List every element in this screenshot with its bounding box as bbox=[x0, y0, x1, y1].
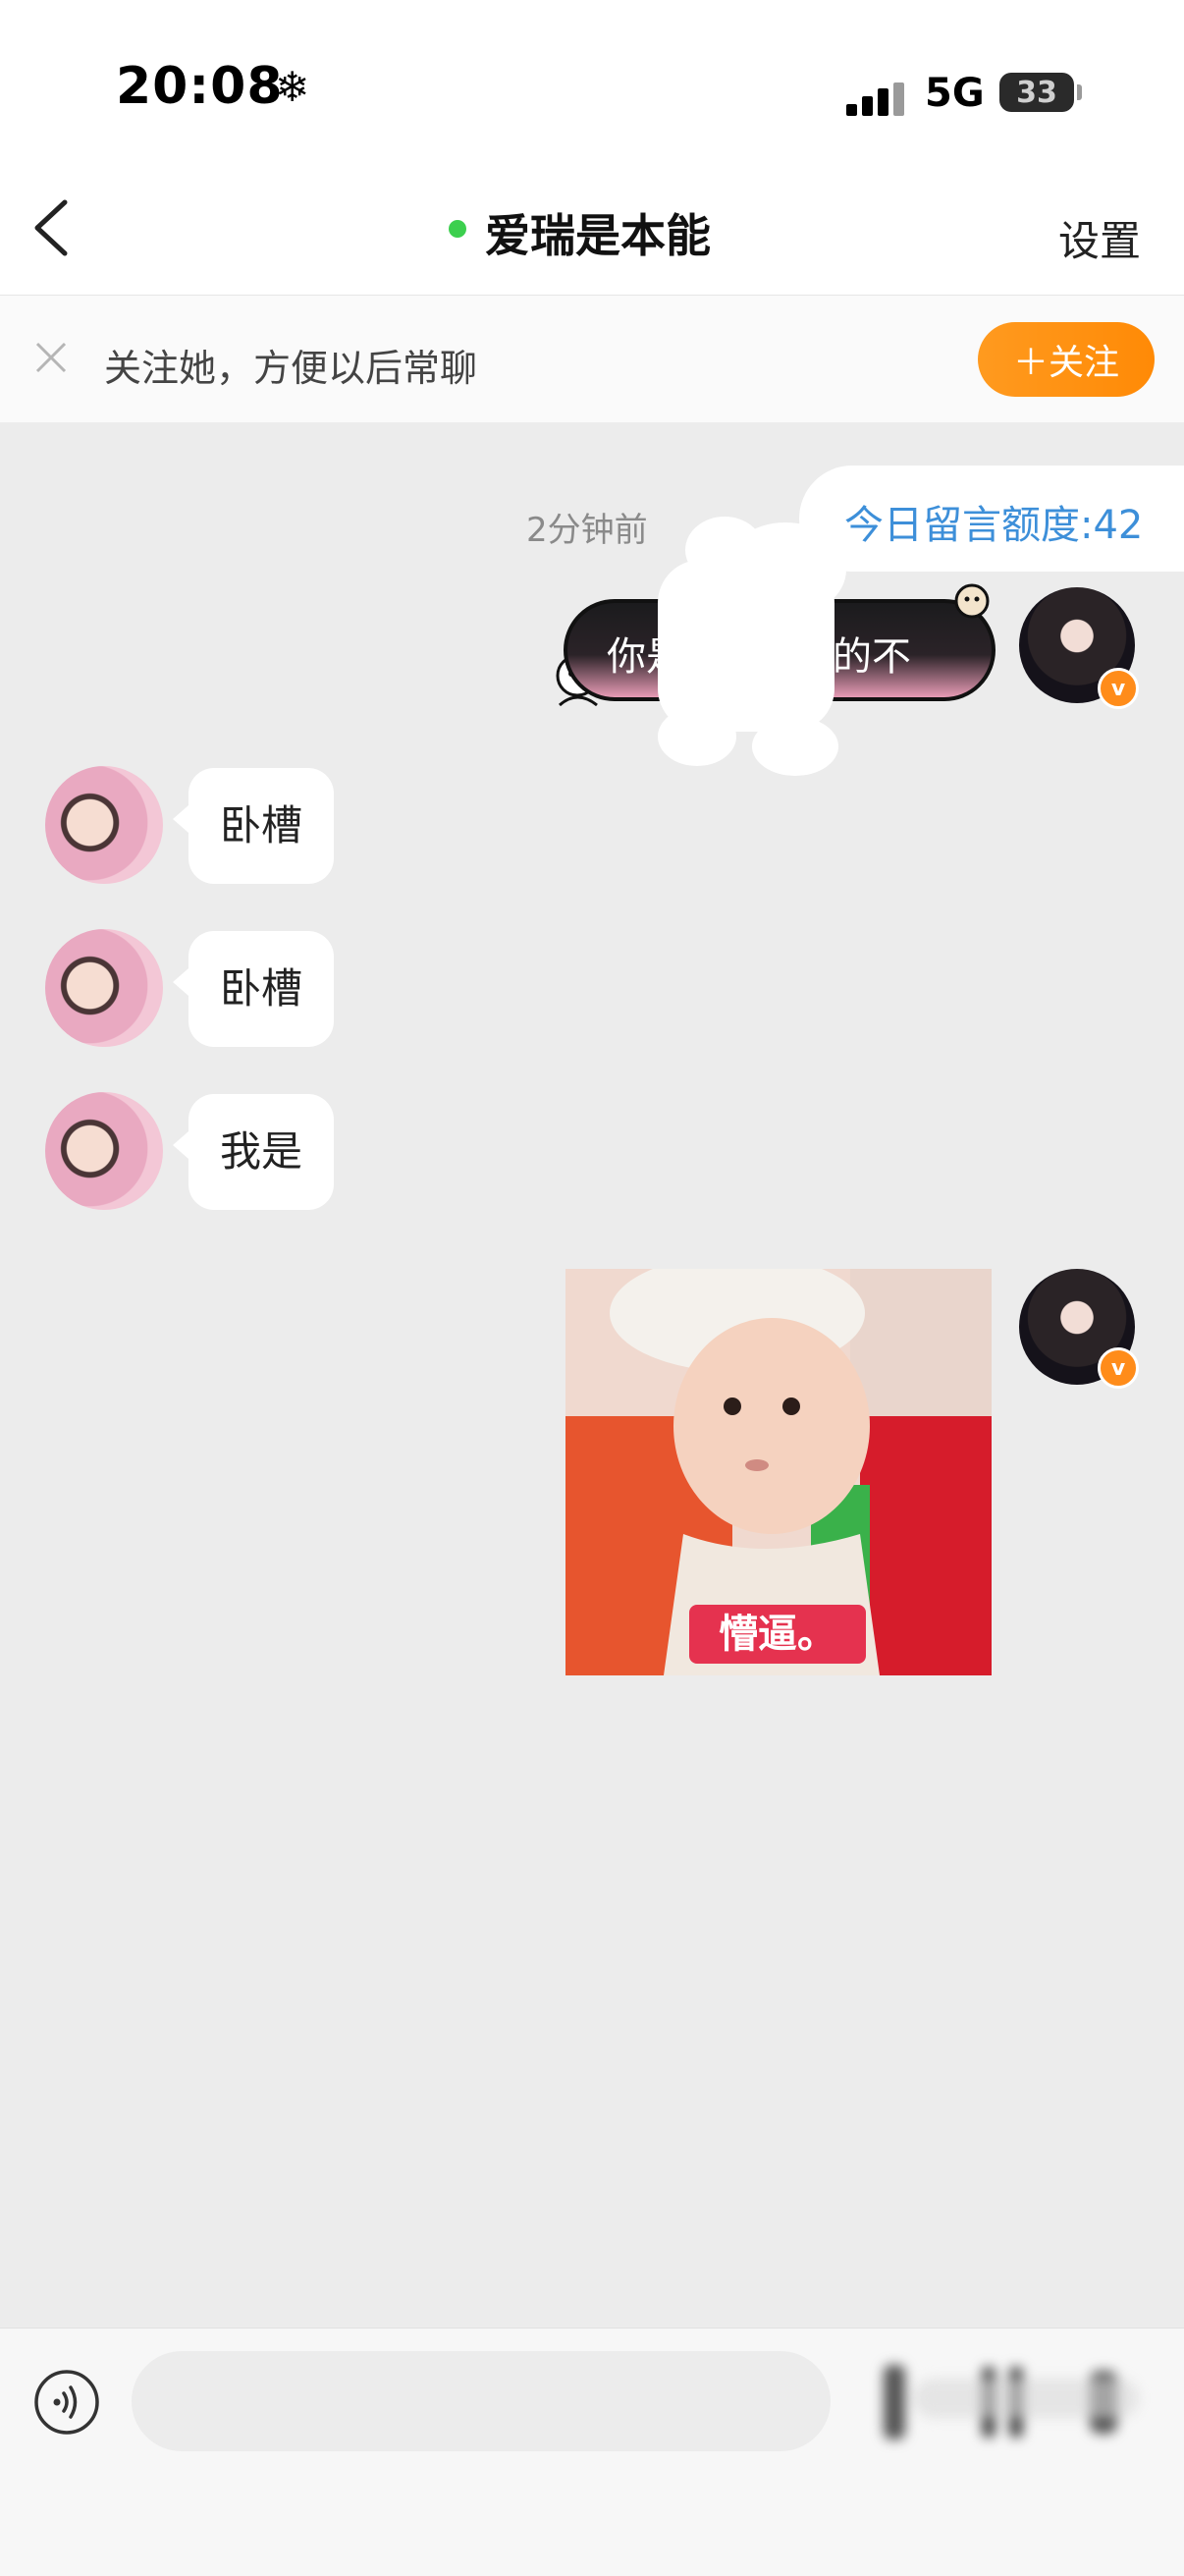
battery-nub bbox=[1077, 84, 1082, 100]
image-message[interactable]: 懵逼。 bbox=[565, 1269, 992, 1675]
image-caption: 懵逼。 bbox=[689, 1605, 866, 1664]
blurred-action-icons[interactable] bbox=[864, 2345, 1158, 2453]
snowflake-icon: ❄ bbox=[275, 63, 310, 111]
follow-button[interactable]: ＋关注 bbox=[978, 322, 1155, 397]
message-bubble[interactable]: 卧槽 bbox=[188, 931, 335, 1047]
status-time: 20:08 bbox=[116, 57, 284, 116]
puppy-icon bbox=[954, 583, 990, 619]
close-icon[interactable] bbox=[33, 340, 69, 375]
network-type: 5G bbox=[925, 71, 985, 116]
avatar[interactable] bbox=[45, 929, 163, 1047]
signal-icon bbox=[846, 82, 905, 116]
bubble-tail bbox=[173, 968, 188, 996]
online-status-dot bbox=[449, 220, 466, 238]
avatar[interactable] bbox=[45, 766, 163, 884]
avatar[interactable] bbox=[45, 1092, 163, 1210]
message-bubble[interactable]: 卧槽 bbox=[188, 768, 335, 884]
follow-banner-text: 关注她，方便以后常聊 bbox=[104, 347, 478, 390]
privacy-mask bbox=[658, 517, 846, 776]
bubble-tail bbox=[173, 805, 188, 833]
chat-title: 爱瑞是本能 bbox=[485, 209, 711, 262]
settings-button[interactable]: 设置 bbox=[1058, 208, 1141, 268]
message-input[interactable] bbox=[132, 2351, 831, 2451]
message-timestamp: 2分钟前 bbox=[526, 511, 648, 550]
chevron-left-icon[interactable] bbox=[29, 196, 77, 259]
quota-text: 今日留言额度:42 bbox=[844, 503, 1144, 548]
verified-badge-icon: v bbox=[1098, 668, 1139, 709]
battery-icon: 33 bbox=[999, 73, 1074, 112]
verified-badge-icon: v bbox=[1098, 1347, 1139, 1389]
voice-icon[interactable] bbox=[33, 2369, 100, 2436]
message-bubble[interactable]: 我是 bbox=[188, 1094, 335, 1210]
quota-pill: 今日留言额度:42 bbox=[799, 466, 1184, 572]
bubble-tail bbox=[173, 1131, 188, 1159]
battery-level: 33 bbox=[1016, 76, 1057, 110]
